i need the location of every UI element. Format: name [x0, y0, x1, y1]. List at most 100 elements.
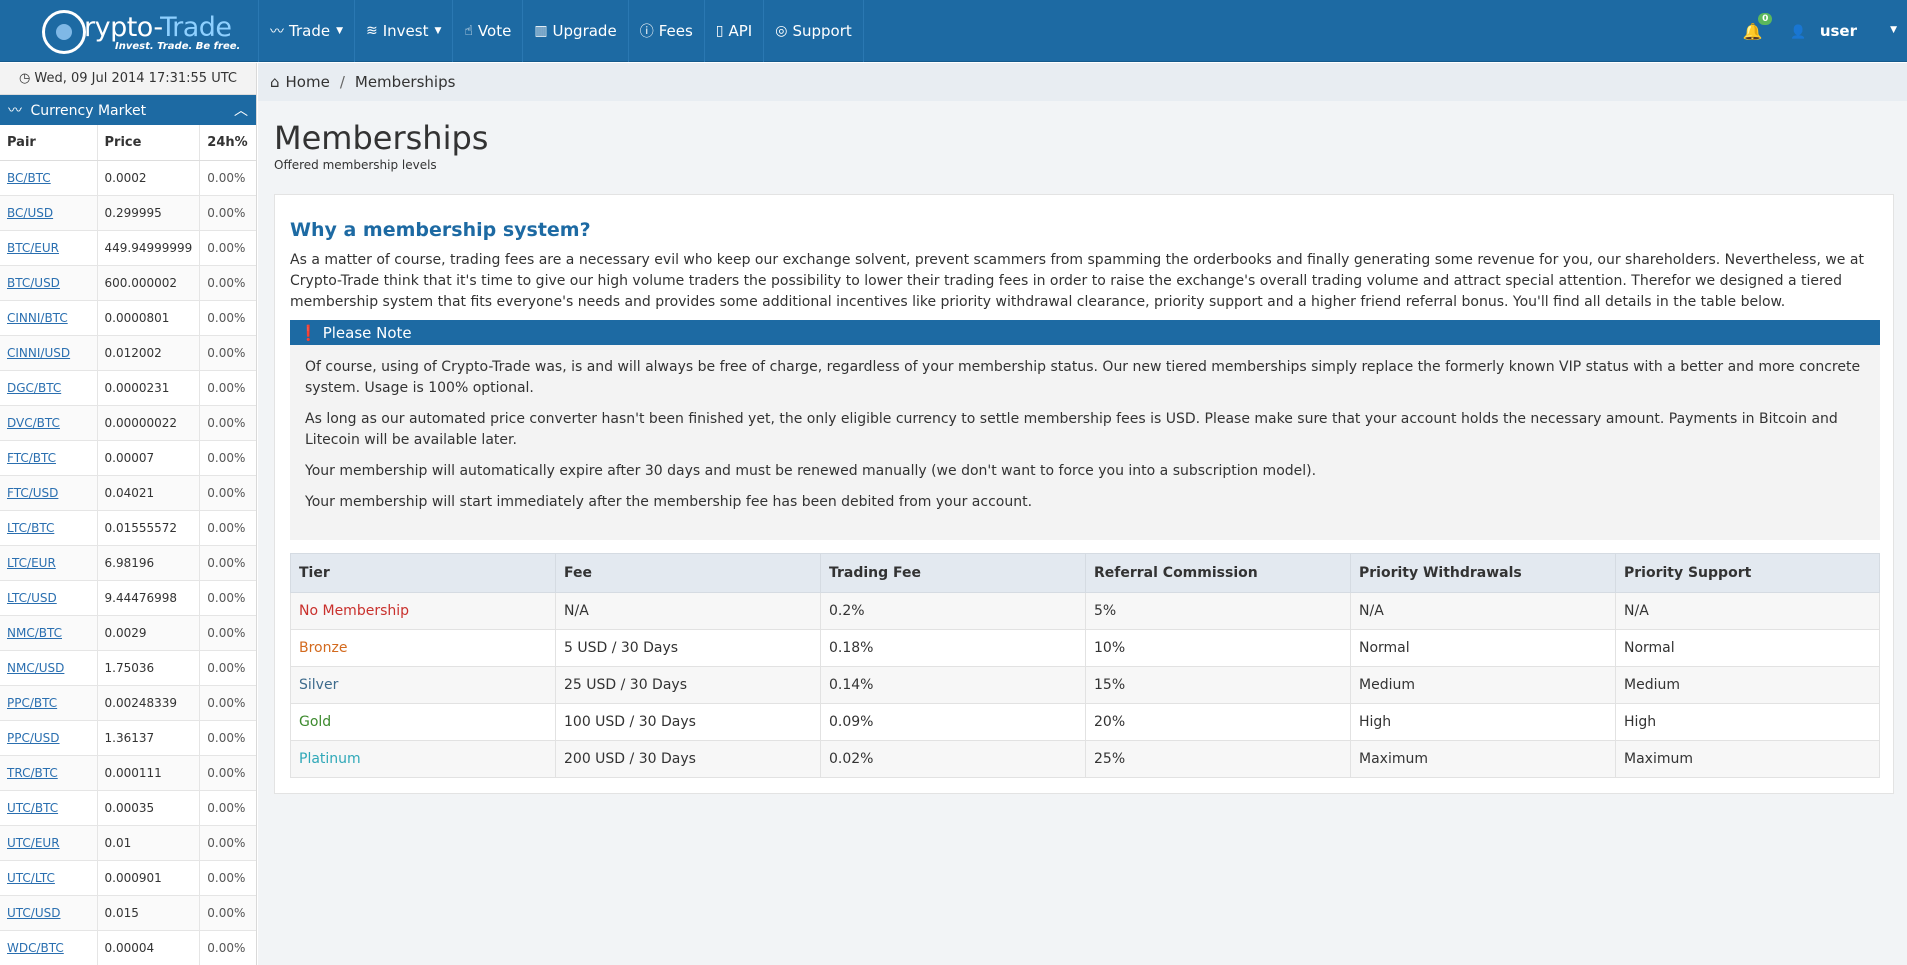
market-pair-link[interactable]: DVC/BTC — [0, 405, 97, 441]
market-pair-link[interactable]: PPC/USD — [0, 720, 97, 756]
market-pair-link[interactable]: UTC/LTC — [0, 860, 97, 896]
column-header-price[interactable]: Price — [96, 125, 200, 161]
table-row: No Membership N/A 0.2% 5% N/A N/A — [290, 592, 1880, 630]
table-row[interactable]: BTC/USD 600.000002 0.00% — [0, 265, 256, 301]
market-change: 0.00% — [199, 650, 256, 686]
tier-trading-fee: 0.09% — [820, 703, 1086, 741]
table-row[interactable]: UTC/EUR 0.01 0.00% — [0, 825, 256, 861]
tier-name: No Membership — [290, 592, 556, 630]
market-pair-link[interactable]: BTC/USD — [0, 265, 97, 301]
table-row[interactable]: TRC/BTC 0.000111 0.00% — [0, 755, 256, 791]
note-header: ❗ Please Note — [290, 320, 1880, 345]
nav-trade[interactable]: 〰 Trade ▼ — [258, 0, 354, 62]
market-pair-link[interactable]: TRC/BTC — [0, 755, 97, 791]
nav-support[interactable]: ◎ Support — [763, 0, 864, 62]
notifications-button[interactable]: 🔔 0 — [1742, 12, 1773, 41]
market-price: 9.44476998 — [96, 580, 200, 616]
market-pair-link[interactable]: PPC/BTC — [0, 685, 97, 721]
tier-referral-commission: 5% — [1085, 592, 1351, 630]
column-header-change[interactable]: 24h% — [199, 125, 256, 161]
market-pair-link[interactable]: CINNI/USD — [0, 335, 97, 371]
market-change: 0.00% — [199, 790, 256, 826]
market-pair-link[interactable]: UTC/USD — [0, 895, 97, 931]
market-pair-link[interactable]: CINNI/BTC — [0, 300, 97, 336]
table-row[interactable]: DGC/BTC 0.0000231 0.00% — [0, 370, 256, 406]
nav-vote[interactable]: ☝ Vote — [452, 0, 522, 62]
note-paragraph: Your membership will start immediately a… — [305, 494, 1033, 510]
breadcrumb-home[interactable]: Home — [286, 73, 330, 91]
table-row[interactable]: UTC/USD 0.015 0.00% — [0, 895, 256, 931]
table-row[interactable]: UTC/LTC 0.000901 0.00% — [0, 860, 256, 896]
table-row[interactable]: UTC/BTC 0.00035 0.00% — [0, 790, 256, 826]
tier-referral-commission: 25% — [1085, 740, 1351, 778]
nav-upgrade-label: Upgrade — [552, 22, 617, 40]
market-pair-link[interactable]: BC/BTC — [0, 160, 97, 196]
table-row[interactable]: CINNI/BTC 0.0000801 0.00% — [0, 300, 256, 336]
table-row[interactable]: BC/BTC 0.0002 0.00% — [0, 160, 256, 196]
chevron-down-icon[interactable]: ▼ — [1890, 25, 1897, 35]
currency-market-table: Pair Price 24h% BC/BTC 0.0002 0.00% BC/USD 0… — [0, 125, 256, 965]
currency-market-rows: BC/BTC 0.0002 0.00% BC/USD 0.299995 0.00% BTC/… — [0, 160, 256, 965]
nav-fees[interactable]: ⓘ Fees — [627, 0, 704, 62]
market-pair-link[interactable]: UTC/BTC — [0, 790, 97, 826]
table-row[interactable]: BTC/EUR 449.94999999 0.00% — [0, 230, 256, 266]
bar-chart-icon: ▥ — [534, 23, 548, 39]
table-row: Platinum 200 USD / 30 Days 0.02% 25% Maximum… — [290, 740, 1880, 778]
table-row[interactable]: NMC/USD 1.75036 0.00% — [0, 650, 256, 686]
market-pair-link[interactable]: FTC/USD — [0, 475, 97, 511]
market-price: 1.75036 — [96, 650, 200, 686]
table-row[interactable]: NMC/BTC 0.0029 0.00% — [0, 615, 256, 651]
table-row[interactable]: CINNI/USD 0.012002 0.00% — [0, 335, 256, 371]
table-row[interactable]: BC/USD 0.299995 0.00% — [0, 195, 256, 231]
tier-priority-support: Medium — [1615, 666, 1880, 704]
table-row[interactable]: FTC/USD 0.04021 0.00% — [0, 475, 256, 511]
market-pair-link[interactable]: WDC/BTC — [0, 930, 97, 965]
market-pair-link[interactable]: BTC/EUR — [0, 230, 97, 266]
market-pair-link[interactable]: BC/USD — [0, 195, 97, 231]
table-row[interactable]: LTC/BTC 0.01555572 0.00% — [0, 510, 256, 546]
market-change: 0.00% — [199, 300, 256, 336]
tier-priority-support: N/A — [1615, 592, 1880, 630]
market-price: 0.00248339 — [96, 685, 200, 721]
market-pair-link[interactable]: FTC/BTC — [0, 440, 97, 476]
breadcrumb: ⌂ Home / Memberships — [258, 63, 1907, 101]
nav-right: 🔔 0 👤 user — [1742, 0, 1907, 62]
tier-fee: 5 USD / 30 Days — [555, 629, 821, 667]
currency-market-title: Currency Market — [30, 103, 147, 119]
market-pair-link[interactable]: DGC/BTC — [0, 370, 97, 406]
brand-logo[interactable]: rypto-Trade Invest. Trade. Be free. — [38, 6, 240, 56]
market-change: 0.00% — [199, 510, 256, 546]
market-pair-link[interactable]: NMC/USD — [0, 650, 97, 686]
info-circle-icon: ⓘ — [639, 24, 654, 40]
home-icon[interactable]: ⌂ — [270, 73, 280, 91]
nav-invest[interactable]: ≋ Invest ▼ — [354, 0, 452, 62]
nav-upgrade[interactable]: ▥ Upgrade — [522, 0, 627, 62]
section-intro-text: As a matter of course, trading fees are … — [290, 252, 1864, 310]
table-row[interactable]: DVC/BTC 0.00000022 0.00% — [0, 405, 256, 441]
market-price: 0.04021 — [96, 475, 200, 511]
market-change: 0.00% — [199, 720, 256, 756]
column-header-pair[interactable]: Pair — [0, 125, 97, 161]
table-row[interactable]: LTC/USD 9.44476998 0.00% — [0, 580, 256, 616]
note-body: Of course, using of Crypto-Trade was, is… — [290, 345, 1880, 540]
market-price: 0.0002 — [96, 160, 200, 196]
table-row[interactable]: WDC/BTC 0.00004 0.00% — [0, 930, 256, 965]
note-title: Please Note — [322, 323, 412, 342]
market-pair-link[interactable]: UTC/EUR — [0, 825, 97, 861]
table-row[interactable]: FTC/BTC 0.00007 0.00% — [0, 440, 256, 476]
chevron-up-icon[interactable]: ︿ — [234, 100, 248, 120]
nav-api[interactable]: ▯ API — [703, 0, 763, 62]
market-pair-link[interactable]: NMC/BTC — [0, 615, 97, 651]
market-pair-link[interactable]: LTC/BTC — [0, 510, 97, 546]
user-menu[interactable]: 👤 user — [1790, 22, 1857, 40]
table-row[interactable]: PPC/BTC 0.00248339 0.00% — [0, 685, 256, 721]
tier-name: Platinum — [290, 740, 556, 778]
market-pair-link[interactable]: LTC/USD — [0, 580, 97, 616]
market-change: 0.00% — [199, 685, 256, 721]
currency-market-header[interactable]: 〰 Currency Market ︿ — [0, 95, 256, 125]
table-row[interactable]: PPC/USD 1.36137 0.00% — [0, 720, 256, 756]
column-header-priority-withdrawals: Priority Withdrawals — [1350, 553, 1616, 593]
table-row[interactable]: LTC/EUR 6.98196 0.00% — [0, 545, 256, 581]
market-pair-link[interactable]: LTC/EUR — [0, 545, 97, 581]
market-price: 0.00000022 — [96, 405, 200, 441]
